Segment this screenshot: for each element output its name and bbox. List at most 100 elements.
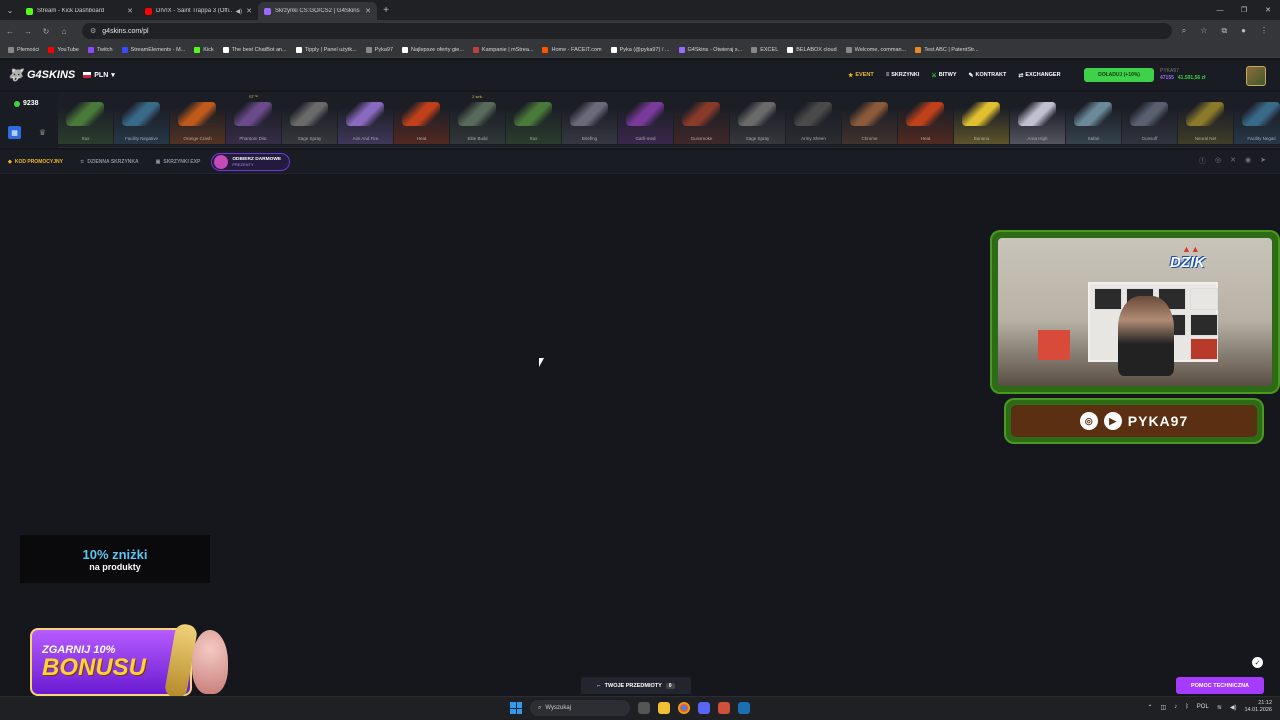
task-view-icon[interactable] bbox=[638, 702, 650, 714]
drop-item[interactable]: Gunsoff bbox=[1122, 92, 1177, 144]
drop-item[interactable]: Facility Negati bbox=[1234, 92, 1280, 144]
free-gifts-button[interactable]: ODBIERZ DARMOWE PREZENTY bbox=[211, 152, 291, 171]
drop-item[interactable]: Facility Negative bbox=[114, 92, 169, 144]
drop-item[interactable]: ST™ Phantom Disr. bbox=[226, 92, 281, 144]
drop-item[interactable]: Area High bbox=[1010, 92, 1065, 144]
back-icon[interactable]: ← bbox=[6, 27, 14, 36]
minimize-icon[interactable]: — bbox=[1208, 0, 1232, 20]
bookmark-item[interactable]: Welcome, comman... bbox=[845, 46, 906, 53]
check-icon[interactable]: ✓ bbox=[1252, 657, 1263, 668]
bookmark-item[interactable]: Pyka97 bbox=[365, 46, 393, 53]
bookmark-star-icon[interactable]: ☆ bbox=[1200, 26, 1207, 36]
bookmark-item[interactable]: EXCEL bbox=[751, 46, 778, 53]
bookmark-item[interactable]: The best ChatBot an... bbox=[222, 46, 287, 53]
chrome-icon[interactable] bbox=[678, 702, 690, 714]
drop-item[interactable]: Heat bbox=[898, 92, 953, 144]
clock[interactable]: 21:12 14.01.2026 bbox=[1244, 700, 1272, 714]
bookmark-item[interactable]: YouTube bbox=[48, 46, 79, 53]
discord-icon[interactable] bbox=[698, 702, 710, 714]
maximize-icon[interactable]: ❐ bbox=[1232, 0, 1256, 20]
drop-item[interactable]: Sus bbox=[506, 92, 561, 144]
home-icon[interactable]: ⌂ bbox=[60, 27, 68, 36]
browser-tab-3[interactable]: Skrzynki CS:GO/CS2 | G4Skins ... ✕ bbox=[258, 2, 377, 20]
drop-item[interactable]: Sus bbox=[58, 92, 113, 144]
lang-indicator[interactable]: POL bbox=[1197, 704, 1209, 710]
drop-item[interactable]: Sage Spray bbox=[730, 92, 785, 144]
drop-item[interactable]: Banana bbox=[954, 92, 1009, 144]
nav-bitwy[interactable]: ⚔ BITWY bbox=[931, 72, 956, 79]
drop-item[interactable]: Heat bbox=[394, 92, 449, 144]
volume-icon[interactable]: ◀) bbox=[1230, 704, 1237, 711]
discord-icon[interactable]: ◉ bbox=[1245, 156, 1251, 166]
bookmark-item[interactable]: StreamElements - M... bbox=[121, 46, 185, 53]
taskbar-search[interactable]: ⌕ Wyszukaj bbox=[530, 700, 630, 716]
browser-tab-1[interactable]: Stream - Kick Dashboard ✕ bbox=[20, 2, 139, 20]
wifi-icon[interactable]: ≋ bbox=[1217, 704, 1222, 711]
bookmark-item[interactable]: Pyka (@pyka97) / ... bbox=[610, 46, 670, 53]
nav-kontrakt[interactable]: ✎ KONTRAKT bbox=[969, 72, 1007, 79]
chevron-up-icon[interactable]: ⌃ bbox=[1147, 704, 1152, 711]
close-icon[interactable]: ✕ bbox=[246, 7, 252, 15]
close-icon[interactable]: ✕ bbox=[365, 7, 371, 15]
tab-search-icon[interactable]: ⌄ bbox=[0, 0, 20, 20]
x-icon[interactable]: ✕ bbox=[1230, 156, 1236, 166]
bookmark-item[interactable]: Test ABC | PatentStr... bbox=[915, 46, 979, 53]
drop-item[interactable]: 2 sek. Elite Build bbox=[450, 92, 505, 144]
currency-selector[interactable]: PLN ▾ bbox=[83, 71, 115, 79]
speaker-icon[interactable]: ◀) bbox=[236, 8, 243, 15]
drop-item[interactable]: Orange Crash bbox=[170, 92, 225, 144]
promo-code-button[interactable]: ◆ KOD PROMOCYJNY bbox=[8, 159, 63, 165]
site-info-icon[interactable]: ⚙ bbox=[90, 27, 96, 35]
close-icon[interactable]: ✕ bbox=[127, 7, 133, 15]
windows-start-icon[interactable] bbox=[510, 702, 522, 714]
browser-tab-2[interactable]: DIVIX - Saint Trappa 3 (Offi... ◀) ✕ bbox=[139, 2, 258, 20]
drop-item[interactable]: Neural Net bbox=[1178, 92, 1233, 144]
deposit-button[interactable]: DOŁADUJ (+10%) bbox=[1084, 68, 1154, 82]
drop-item[interactable]: Army Sheen bbox=[786, 92, 841, 144]
nav-exchanger[interactable]: ⇄ EXCHANGER bbox=[1018, 72, 1060, 79]
bookmark-item[interactable]: Home - FACEIT.com bbox=[542, 46, 602, 53]
bookmark-item[interactable]: Twitch bbox=[87, 46, 113, 53]
bookmark-item[interactable]: BELABOX cloud bbox=[787, 46, 837, 53]
grid-view-icon[interactable]: ▦ bbox=[8, 126, 21, 139]
drop-item[interactable]: Safari bbox=[1066, 92, 1121, 144]
exp-cases-button[interactable]: ▣ SKRZYNKI EXP bbox=[156, 159, 201, 165]
instagram-icon[interactable]: ◎ bbox=[1215, 156, 1221, 166]
forward-icon[interactable]: → bbox=[24, 27, 32, 36]
balance-box[interactable]: PYKA97 47155 41.591,56 zł bbox=[1160, 68, 1205, 82]
app-icon[interactable] bbox=[718, 702, 730, 714]
profile-icon[interactable]: ● bbox=[1241, 26, 1246, 36]
drop-item[interactable]: Chrome bbox=[842, 92, 897, 144]
reload-icon[interactable]: ↻ bbox=[42, 27, 50, 36]
url-input[interactable]: ⚙ g4skins.com/pl bbox=[82, 23, 1172, 39]
daily-case-button[interactable]: ☆ DZIENNA SKRZYNKA bbox=[80, 159, 139, 165]
facebook-icon[interactable]: ⓕ bbox=[1199, 156, 1206, 166]
avatar[interactable] bbox=[1246, 66, 1266, 86]
drop-item[interactable]: Garfi-med bbox=[618, 92, 673, 144]
file-explorer-icon[interactable] bbox=[658, 702, 670, 714]
telegram-icon[interactable]: ➤ bbox=[1260, 156, 1266, 166]
nav-skrzynki[interactable]: ≡ SKRZYNKI bbox=[886, 72, 920, 78]
more-icon[interactable]: ⋮ bbox=[1260, 26, 1268, 36]
steam-icon[interactable] bbox=[738, 702, 750, 714]
your-items-button[interactable]: ⌐ TWOJE PRZEDMIOTY 0 bbox=[581, 677, 691, 694]
nav-event[interactable]: ★ EVENT bbox=[848, 72, 874, 79]
extensions-icon[interactable]: ⧉ bbox=[1221, 26, 1227, 36]
crown-icon[interactable]: ♛ bbox=[36, 126, 49, 139]
site-logo[interactable]: 🐺 G4SKINS bbox=[8, 68, 75, 82]
drop-item[interactable]: Aim And Fire bbox=[338, 92, 393, 144]
bookmark-item[interactable]: G4Skins - Otwieraj s... bbox=[678, 46, 742, 53]
bookmark-item[interactable]: Najlepsze oferty gie... bbox=[402, 46, 464, 53]
bookmark-item[interactable]: Płemości bbox=[8, 46, 39, 53]
zoom-icon[interactable]: ⌕ bbox=[1182, 26, 1186, 36]
tech-support-button[interactable]: POMOC TECHNICZNA bbox=[1176, 677, 1264, 694]
discount-banner[interactable]: 10% zniżki na produkty bbox=[20, 535, 210, 583]
bluetooth-icon[interactable]: ᛒ bbox=[1185, 704, 1189, 710]
new-tab-button[interactable]: + bbox=[377, 2, 395, 20]
drop-item[interactable]: Gunsmoke bbox=[674, 92, 729, 144]
close-window-icon[interactable]: ✕ bbox=[1256, 0, 1280, 20]
bookmark-item[interactable]: Kick bbox=[194, 46, 214, 53]
network-icon[interactable]: ◫ bbox=[1161, 704, 1167, 711]
drop-item[interactable]: Sage Spray bbox=[282, 92, 337, 144]
bookmark-item[interactable]: Kampanie | mStrea... bbox=[472, 46, 533, 53]
